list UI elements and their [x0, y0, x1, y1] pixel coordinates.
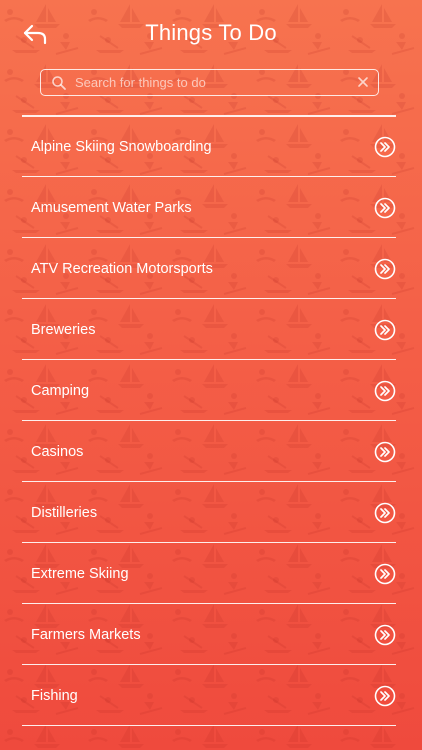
chevron-double-right-circle-icon[interactable]	[374, 136, 396, 158]
header-bar: Things To Do	[0, 0, 422, 64]
list-item-atv-recreation-motorsports[interactable]: ATV Recreation Motorsports	[22, 238, 396, 299]
search-icon	[52, 76, 66, 90]
page-title: Things To Do	[145, 20, 277, 45]
list-item-label: Farmers Markets	[31, 626, 141, 643]
chevron-double-right-circle-icon[interactable]	[374, 502, 396, 524]
search-box[interactable]	[40, 69, 379, 96]
list-item-fishing[interactable]: Fishing	[22, 665, 396, 726]
search-input[interactable]	[75, 72, 345, 92]
list-item-label: Extreme Skiing	[31, 565, 129, 582]
list-item-casinos[interactable]: Casinos	[22, 421, 396, 482]
list-item-breweries[interactable]: Breweries	[22, 299, 396, 360]
chevron-double-right-circle-icon[interactable]	[374, 258, 396, 280]
list-item-label: Distilleries	[31, 504, 98, 521]
things-to-do-list: Alpine Skiing Snowboarding Amusement Wat…	[0, 114, 422, 726]
chevron-double-right-circle-icon[interactable]	[374, 441, 396, 463]
list-item-distilleries[interactable]: Distilleries	[22, 482, 396, 543]
chevron-double-right-circle-icon[interactable]	[374, 563, 396, 585]
chevron-double-right-circle-icon[interactable]	[374, 685, 396, 707]
chevron-double-right-circle-icon[interactable]	[374, 197, 396, 219]
clear-icon[interactable]	[357, 76, 369, 88]
chevron-double-right-circle-icon[interactable]	[374, 380, 396, 402]
list-item-camping[interactable]: Camping	[22, 360, 396, 421]
list-item-alpine-skiing-snowboarding[interactable]: Alpine Skiing Snowboarding	[22, 116, 396, 177]
chevron-double-right-circle-icon[interactable]	[374, 319, 396, 341]
list-item-label: Alpine Skiing Snowboarding	[31, 138, 212, 155]
list-item-label: ATV Recreation Motorsports	[31, 260, 213, 277]
list-item-label: Casinos	[31, 443, 84, 460]
list-item-label: Camping	[31, 382, 90, 399]
list-item-label: Amusement Water Parks	[31, 199, 192, 216]
list-item-label: Breweries	[31, 321, 96, 338]
list-item-extreme-skiing[interactable]: Extreme Skiing	[22, 543, 396, 604]
list-item-label: Fishing	[31, 687, 78, 704]
chevron-double-right-circle-icon[interactable]	[374, 624, 396, 646]
list-item-amusement-water-parks[interactable]: Amusement Water Parks	[22, 177, 396, 238]
list-item-farmers-markets[interactable]: Farmers Markets	[22, 604, 396, 665]
